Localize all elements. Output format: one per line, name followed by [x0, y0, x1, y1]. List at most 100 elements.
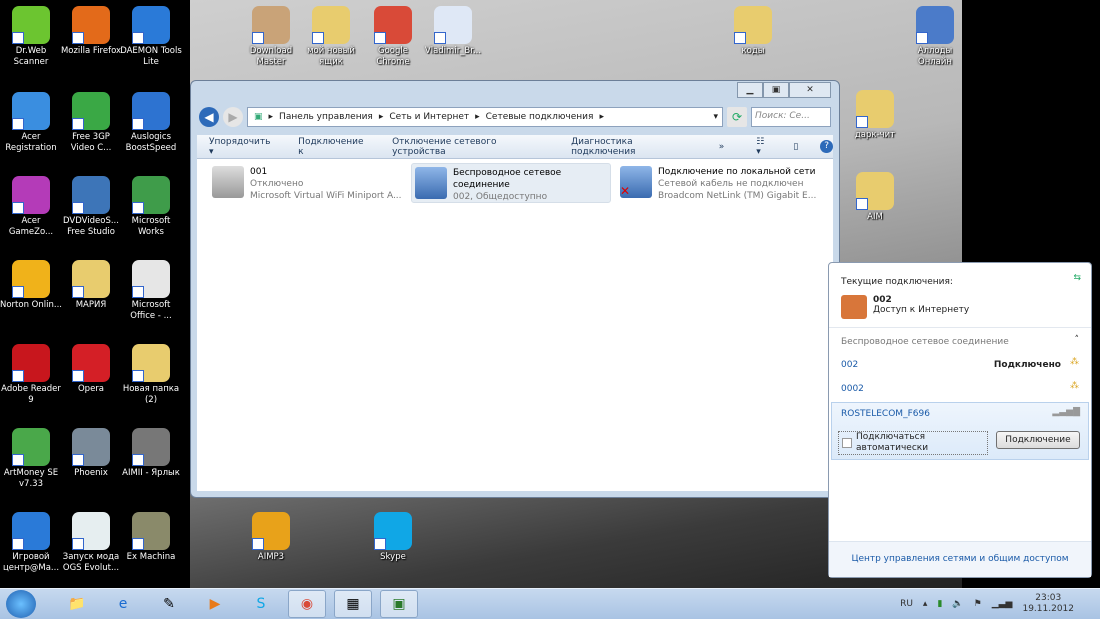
maximize-button[interactable]: ▣ [763, 82, 789, 98]
diagnose-button[interactable]: Диагностика подключения [571, 137, 697, 157]
desktop-icon[interactable]: Acer Registration [0, 92, 62, 154]
network-connections-window: ▁ ▣ ✕ ◀ ▶ ▣ ▸ Панель управления ▸ Сеть и И… [190, 80, 840, 498]
breadcrumb[interactable]: ▣ ▸ Панель управления ▸ Сеть и Интернет ▸ С… [247, 107, 723, 127]
connection-001[interactable]: 001 Отключено Microsoft Virtual WiFi Minip… [209, 163, 409, 203]
desktop-icon-label: мой новый ящик [307, 46, 355, 67]
connection-lan[interactable]: ✕ Подключение по локальной сети Сетевой к… [617, 163, 817, 203]
crumb-network[interactable]: Сеть и Интернет [389, 112, 469, 122]
desktop-icon[interactable]: Microsoft Office - ... [120, 260, 182, 322]
app-icon [12, 512, 50, 550]
network-0002[interactable]: 0002 [841, 384, 1079, 394]
desktop-icon[interactable]: ArtMoney SE v7.33 [0, 428, 62, 490]
desktop-icon-label: Acer Registration [5, 132, 57, 153]
desktop-icon[interactable]: DAEMON Tools Lite [120, 6, 182, 68]
refresh-icon[interactable]: ⇆ [1073, 273, 1081, 283]
desktop-icon[interactable]: Auslogics BoostSpeed [120, 92, 182, 154]
flyout-title: Текущие подключения: [841, 277, 953, 287]
help-icon[interactable]: ? [820, 140, 833, 153]
refresh-button[interactable]: ⟳ [727, 107, 747, 127]
desktop-icon[interactable]: МАРИЯ [60, 260, 122, 311]
network-center-link[interactable]: Центр управления сетями и общим доступом [829, 541, 1091, 577]
preview-pane-icon[interactable]: ▯ [793, 142, 798, 152]
clock[interactable]: 23:03 19.11.2012 [1022, 593, 1074, 615]
desktop-icon-label: Dr.Web Scanner [13, 46, 49, 67]
start-button[interactable] [6, 590, 36, 618]
desktop-icon[interactable]: Новая папка (2) [120, 344, 182, 406]
chrome-taskbar-icon[interactable]: ◉ [288, 590, 326, 618]
action-center-icon[interactable]: ⚑ [974, 599, 982, 609]
desktop-icon[interactable]: Ex Machina [120, 512, 182, 563]
tool-taskbar-icon[interactable]: ✎ [150, 590, 188, 618]
desktop-icon[interactable]: Microsoft Works [120, 176, 182, 238]
desktop-icon[interactable]: Mozilla Firefox [60, 6, 122, 57]
organize-button[interactable]: Упорядочить ▾ [209, 137, 276, 157]
connect-to-button[interactable]: Подключение к [298, 137, 370, 157]
crumb-control-panel[interactable]: Панель управления [279, 112, 373, 122]
network-rostelecom[interactable]: ROSTELECOM_F696 ▂▃▅▇ Подключаться автома… [831, 402, 1089, 460]
control-panel-taskbar-icon[interactable]: ▦ [334, 590, 372, 618]
battery-icon[interactable]: ▮ [937, 599, 942, 609]
desktop-icon-label: коды [741, 46, 765, 56]
history-dropdown-icon[interactable]: ▾ [713, 112, 722, 122]
desktop-icon[interactable]: AIMII - Ярлык [120, 428, 182, 479]
auto-connect-checkbox[interactable]: Подключаться автоматически [838, 431, 988, 455]
desktop-icon[interactable]: Dr.Web Scanner [0, 6, 62, 68]
disable-device-button[interactable]: Отключение сетевого устройства [392, 137, 549, 157]
desktop-icon-label: Adobe Reader 9 [1, 384, 61, 405]
media-player-taskbar-icon[interactable]: ▶ [196, 590, 234, 618]
desktop-icon[interactable]: DVDVideoS... Free Studio [60, 176, 122, 238]
desktop-icon-label: DAEMON Tools Lite [120, 46, 182, 67]
app-icon [434, 6, 472, 44]
desktop-icon[interactable]: Opera [60, 344, 122, 395]
network-taskbar-icon[interactable]: ▣ [380, 590, 418, 618]
app-icon [132, 428, 170, 466]
desktop-icon[interactable]: Norton Onlin... [0, 260, 62, 311]
desktop-icon[interactable]: AIM [844, 172, 906, 223]
desktop-icon[interactable]: Google Chrome [362, 6, 424, 68]
section-header[interactable]: Беспроводное сетевое соединение [841, 337, 1079, 347]
language-indicator[interactable]: RU [900, 599, 913, 609]
app-icon [12, 6, 50, 44]
desktop-icon[interactable]: Игровой центр@Ma... [0, 512, 62, 574]
app-icon [12, 344, 50, 382]
desktop-icon[interactable]: Adobe Reader 9 [0, 344, 62, 406]
desktop-icon[interactable]: Download Master [240, 6, 302, 68]
desktop-icon-label: Vladimir_Br... [424, 46, 482, 56]
wifi-signal-icon[interactable]: ▁▃▅ [992, 599, 1013, 609]
desktop-icon[interactable]: Vladimir_Br... [422, 6, 484, 57]
show-hidden-icons[interactable]: ▴ [923, 599, 928, 609]
desktop-icon[interactable]: мой новый ящик [300, 6, 362, 68]
desktop-icon[interactable]: Free 3GP Video C... [60, 92, 122, 154]
minimize-button[interactable]: ▁ [737, 82, 763, 98]
desktop-icon-label: Acer GameZo... [8, 216, 54, 237]
divider [829, 327, 1091, 328]
explorer-taskbar-icon[interactable]: 📁 [58, 590, 96, 618]
home-network-icon [841, 295, 867, 319]
connection-wireless[interactable]: Беспроводное сетевое соединение 002, Общед… [411, 163, 611, 203]
ie-taskbar-icon[interactable]: e [104, 590, 142, 618]
collapse-icon[interactable]: ˄ [1075, 335, 1080, 345]
more-commands-button[interactable]: » [719, 142, 725, 152]
search-input[interactable]: Поиск: Се... [751, 107, 831, 127]
desktop-icon-label: Opera [77, 384, 105, 394]
checkbox-label: Подключаться автоматически [856, 432, 929, 453]
app-icon [72, 6, 110, 44]
forward-button[interactable]: ▶ [223, 107, 243, 127]
back-button[interactable]: ◀ [199, 107, 219, 127]
skype-taskbar-icon[interactable]: S [242, 590, 280, 618]
desktop-icon[interactable]: Acer GameZo... [0, 176, 62, 238]
desktop-icon[interactable]: коды [722, 6, 784, 57]
desktop-icon[interactable]: Phoenix [60, 428, 122, 479]
app-icon [12, 428, 50, 466]
desktop-icon-label: Free 3GP Video C... [70, 132, 112, 153]
connect-button[interactable]: Подключение [996, 431, 1080, 449]
volume-icon[interactable]: 🔈 [952, 599, 963, 609]
desktop-icon[interactable]: дарк-чит [844, 90, 906, 141]
desktop-icon[interactable]: Skype [362, 512, 424, 563]
crumb-connections[interactable]: Сетевые подключения [486, 112, 594, 122]
close-button[interactable]: ✕ [789, 82, 831, 98]
desktop-icon[interactable]: Аллоды Онлайн [904, 6, 966, 68]
desktop-icon[interactable]: AIMP3 [240, 512, 302, 563]
desktop-icon[interactable]: Запуск мода OGS Evolut... [60, 512, 122, 574]
view-options-icon[interactable]: ☷ ▾ [756, 137, 771, 157]
